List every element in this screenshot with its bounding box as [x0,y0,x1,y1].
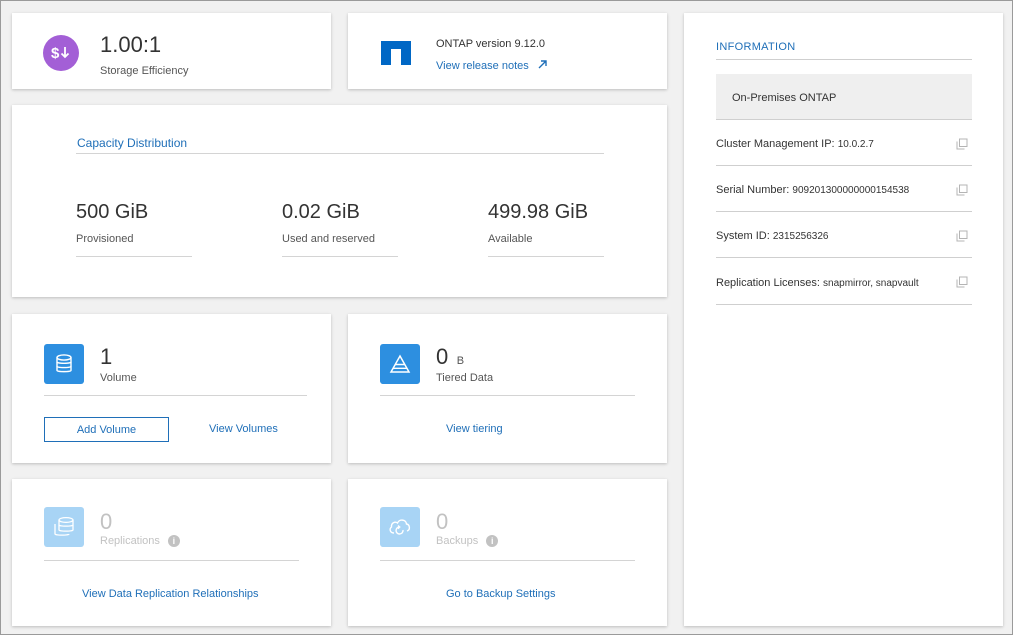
used-value: 0.02 GiB [282,201,360,223]
replications-label-wrap: Replications i [100,535,180,547]
info-row-serial: Serial Number: 909201300000000154538 [716,166,972,212]
replications-value: 0 [100,509,113,534]
info-icon[interactable]: i [167,535,180,547]
dollar-down-icon: $ [43,35,79,71]
licenses-key: Replication Licenses: [716,277,820,289]
replication-icon [44,507,84,547]
pyramid-icon [380,344,420,384]
system-type-box: On-Premises ONTAP [716,74,972,120]
info-row-text: Replication Licenses: snapmirror, snapva… [716,277,919,289]
backups-label-wrap: Backups i [436,535,499,547]
backups-card: 0 Backups i Go to Backup Settings [348,479,667,626]
info-row-system-id: System ID: 2315256326 [716,212,972,258]
view-tiering-link[interactable]: View tiering [446,423,503,435]
database-icon [44,344,84,384]
volume-count: 1 [100,344,113,369]
information-divider [716,59,972,60]
efficiency-value: 1.00:1 [100,32,162,57]
used-label: Used and reserved [282,233,375,245]
ontap-version-text: ONTAP version 9.12.0 [436,38,546,50]
capacity-provisioned: 500 GiB Provisioned [76,201,192,257]
info-row-text: Cluster Management IP: 10.0.2.7 [716,138,874,150]
external-link-icon [538,56,547,74]
provisioned-value: 500 GiB [76,201,149,223]
capacity-title: Capacity Distribution [77,136,188,150]
release-notes-link[interactable]: View release notes [436,56,547,74]
provisioned-label: Provisioned [76,233,134,245]
available-divider [488,256,604,257]
copy-icon[interactable] [956,138,968,150]
system-type-text: On-Premises ONTAP [732,92,837,104]
available-value: 499.98 GiB [488,201,589,223]
copy-icon[interactable] [956,276,968,288]
tiered-value: 0 [436,344,449,369]
release-notes-label: View release notes [436,60,529,73]
capacity-available: 499.98 GiB Available [488,201,604,257]
view-volumes-link[interactable]: View Volumes [209,423,278,435]
replications-label: Replications [100,535,160,547]
cluster-ip-value: 10.0.2.7 [837,139,874,150]
tiered-label: Tiered Data [436,372,494,384]
system-id-key: System ID: [716,230,770,242]
system-id-value: 2315256326 [772,231,829,242]
add-volume-button[interactable]: Add Volume [44,417,169,442]
cloud-backup-icon [380,507,420,547]
capacity-used: 0.02 GiB Used and reserved [282,201,398,257]
backups-value: 0 [436,509,449,534]
info-row-text: Serial Number: 909201300000000154538 [716,184,909,196]
copy-icon[interactable] [956,184,968,196]
replications-card: 0 Replications i View Data Replication R… [12,479,331,626]
serial-key: Serial Number: [716,184,790,196]
dashboard-frame: $ 1.00:1 Storage Efficiency ONTAP versio… [0,0,1013,635]
tiered-unit: B [456,355,465,367]
netapp-logo [381,41,411,65]
view-replication-relationships-link[interactable]: View Data Replication Relationships [82,588,259,600]
tiered-divider [380,395,635,396]
information-heading: INFORMATION [716,41,796,53]
copy-icon[interactable] [956,230,968,242]
backups-divider [380,560,635,561]
svg-text:$: $ [51,45,60,62]
volume-label: Volume [100,372,137,384]
tiered-value-wrap: 0 B [436,344,464,370]
backups-label: Backups [436,535,479,547]
info-row-cluster-ip: Cluster Management IP: 10.0.2.7 [716,120,972,166]
info-row-text: System ID: 2315256326 [716,230,828,242]
available-label: Available [488,233,533,245]
volume-divider [44,395,307,396]
efficiency-label: Storage Efficiency [100,65,189,77]
information-panel: INFORMATION On-Premises ONTAP Cluster Ma… [684,13,1003,626]
licenses-value: snapmirror, snapvault [823,278,919,289]
info-icon[interactable]: i [486,535,499,547]
tiered-data-card: 0 B Tiered Data View tiering [348,314,667,463]
volume-card: 1 Volume Add Volume View Volumes [12,314,331,463]
provisioned-divider [76,256,192,257]
used-divider [282,256,398,257]
cluster-ip-key: Cluster Management IP: [716,138,835,150]
capacity-title-divider [76,153,604,154]
ontap-version-card: ONTAP version 9.12.0 View release notes [348,13,667,89]
backup-settings-link[interactable]: Go to Backup Settings [446,588,555,600]
serial-value: 909201300000000154538 [792,185,910,196]
info-row-replication-licenses: Replication Licenses: snapmirror, snapva… [716,258,972,305]
storage-efficiency-card: $ 1.00:1 Storage Efficiency [12,13,331,89]
capacity-distribution-card: Capacity Distribution 500 GiB Provisione… [12,105,667,297]
replications-divider [44,560,299,561]
